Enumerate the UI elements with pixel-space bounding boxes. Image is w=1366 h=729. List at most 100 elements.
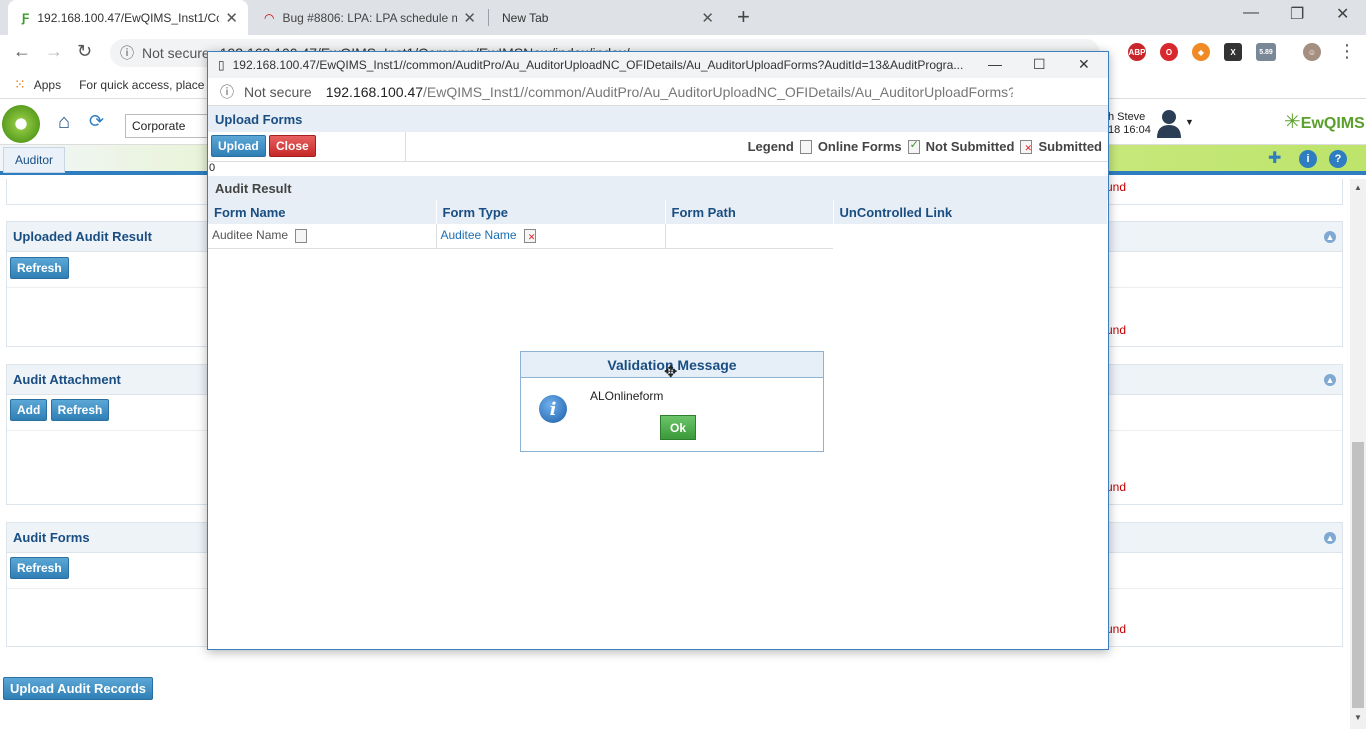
window-close-icon[interactable]: ✕ <box>1336 4 1349 24</box>
audit-result-header: Audit Result <box>208 176 1108 200</box>
column-header: Form Path <box>665 200 834 224</box>
popup-close-icon[interactable]: ✕ <box>1078 56 1090 73</box>
upload-audit-records-button[interactable]: Upload Audit Records <box>3 677 154 700</box>
user-dropdown-icon[interactable]: ▼ <box>1185 117 1194 127</box>
forward-icon[interactable]: → <box>45 41 63 62</box>
legend-label: Legend <box>747 139 794 154</box>
opera-icon[interactable]: O <box>1160 43 1178 61</box>
page-scrollbar[interactable]: ▲ ▼ <box>1350 179 1366 729</box>
refresh-button[interactable]: Refresh <box>50 399 110 421</box>
popup-address-bar: ⓘ Not secure 192.168.100.47 /EwQIMS_Inst… <box>208 78 1108 106</box>
form-type-link[interactable]: Auditee Name <box>441 228 517 242</box>
section-title-text: Audit Forms <box>13 530 90 545</box>
close-tab-icon[interactable]: ✕ <box>701 9 714 27</box>
collapse-icon[interactable]: ▲ <box>1324 374 1336 386</box>
brand-text: EwQIMS <box>1300 115 1365 132</box>
home-icon[interactable]: ⌂ <box>58 111 70 134</box>
form-name-cell: Auditee Name <box>208 224 437 249</box>
popup-title-url: 192.168.100.47/EwQIMS_Inst1//common/Audi… <box>232 58 964 72</box>
apps-grid-icon[interactable]: ⁙ <box>14 76 26 93</box>
form-type-cell: Auditee Name <box>436 224 666 249</box>
new-tab-icon[interactable]: + <box>737 4 750 30</box>
forms-table: Form Name Form Type Form Path UnControll… <box>208 200 1108 249</box>
not-found-text: und <box>1106 323 1127 337</box>
bookmark-hint: For quick access, place y <box>79 77 214 92</box>
menu-auditor[interactable]: Auditor <box>3 147 66 173</box>
add-button[interactable]: Add <box>10 399 48 421</box>
refresh-button[interactable]: Refresh <box>10 257 69 279</box>
scroll-up-icon[interactable]: ▲ <box>1354 183 1362 192</box>
column-header: UnControlled Link <box>833 200 1108 224</box>
speed-extension-icon[interactable]: 5.89 <box>1256 43 1276 61</box>
apps-link[interactable]: Apps <box>34 78 61 92</box>
scroll-down-icon[interactable]: ▼ <box>1354 713 1362 722</box>
collapse-icon[interactable]: ▲ <box>1324 231 1336 243</box>
legend-submitted: Submitted <box>1038 139 1102 154</box>
redmine-favicon-icon: ◠ <box>264 10 275 25</box>
legend: Legend Online Forms Not Submitted Submit… <box>747 138 1102 155</box>
info-icon: ⓘ <box>220 83 234 100</box>
adblock-icon[interactable]: ABP <box>1128 43 1146 61</box>
legend-not-submitted: Not Submitted <box>925 139 1015 154</box>
column-header: Form Name <box>208 200 437 224</box>
upload-forms-header: Upload Forms <box>208 106 1108 132</box>
table-row: Auditee Name Auditee Name <box>208 224 1108 249</box>
submitted-icon <box>1020 139 1033 154</box>
page-icon: ▯ <box>218 58 225 72</box>
toolbar-divider <box>405 132 406 162</box>
legend-online-forms: Online Forms <box>817 139 902 154</box>
popup-toolbar: Upload Close Legend Online Forms Not Sub… <box>208 132 1108 162</box>
extension-x-icon[interactable]: X <box>1224 43 1242 61</box>
collapse-icon[interactable]: ▲ <box>1324 532 1336 544</box>
minimize-icon[interactable]: — <box>1243 4 1259 22</box>
popup-maximize-icon[interactable]: ☐ <box>1033 56 1046 73</box>
profile-avatar-icon[interactable]: ☺ <box>1303 43 1321 61</box>
close-tab-icon[interactable]: ✕ <box>225 9 238 27</box>
refresh-button[interactable]: Refresh <box>10 557 69 579</box>
close-tab-icon[interactable]: ✕ <box>463 9 476 27</box>
info-circle-icon[interactable]: i <box>1299 150 1317 168</box>
pin-icon[interactable]: ✚ <box>1268 148 1281 168</box>
move-cursor-icon: ✥ <box>664 364 678 381</box>
restore-icon[interactable]: ❐ <box>1290 4 1304 24</box>
online-form-icon[interactable] <box>295 229 308 244</box>
security-label: Not secure <box>244 83 312 100</box>
popup-actions: Upload Close <box>211 135 316 157</box>
speed-badge: 5.89 <box>1259 48 1273 56</box>
tab-strip: Ƒ 192.168.100.47/EwQIMS_Inst1/Co ✕ ◠ Bug… <box>0 0 1366 35</box>
section-title-text: Audit Attachment <box>13 372 121 387</box>
info-icon: i <box>539 395 567 423</box>
reload-icon[interactable]: ↻ <box>77 41 92 62</box>
submitted-icon[interactable] <box>523 229 536 244</box>
tab-title: 192.168.100.47/EwQIMS_Inst1/Co <box>37 10 220 25</box>
tab-new[interactable]: New Tab ✕ <box>488 0 724 35</box>
section-title-text: Uploaded Audit Result <box>13 229 152 244</box>
user-name: h Steve <box>1108 111 1146 123</box>
form-name-text: Auditee Name <box>212 228 289 243</box>
ewqims-favicon-icon: Ƒ <box>22 10 30 25</box>
close-button[interactable]: Close <box>269 135 316 157</box>
dialog-message: ALOnlineform <box>590 389 664 403</box>
help-icon[interactable]: ? <box>1329 150 1347 168</box>
column-header: Form Type <box>436 200 666 224</box>
user-avatar-icon[interactable] <box>1155 108 1183 138</box>
back-icon[interactable]: ← <box>13 41 31 62</box>
info-icon: ⓘ <box>120 45 134 61</box>
ok-button[interactable]: Ok <box>660 415 696 440</box>
url-host: 192.168.100.47 <box>325 83 424 100</box>
security-label: Not secure <box>142 45 210 61</box>
popup-minimize-icon[interactable]: — <box>988 56 1002 72</box>
url-path: /EwQIMS_Inst1//common/AuditPro/Au_Audito… <box>423 83 1014 100</box>
tab-ewqims[interactable]: Ƒ 192.168.100.47/EwQIMS_Inst1/Co ✕ <box>8 0 248 35</box>
extension-orange-icon[interactable]: ◆ <box>1192 43 1210 61</box>
tab-bug[interactable]: ◠ Bug #8806: LPA: LPA schedule me ✕ <box>250 0 486 35</box>
record-counter: 0 <box>209 162 216 174</box>
form-path-cell <box>665 224 833 249</box>
tab-title: New Tab <box>502 10 549 25</box>
scroll-thumb[interactable] <box>1352 442 1364 708</box>
not-found-text: und <box>1106 480 1127 494</box>
upload-button[interactable]: Upload <box>211 135 266 157</box>
menu-kebab-icon[interactable]: ⋮ <box>1338 41 1356 62</box>
tab-title: Bug #8806: LPA: LPA schedule me <box>282 10 458 25</box>
refresh-sync-icon[interactable]: ⟳ <box>89 111 104 132</box>
